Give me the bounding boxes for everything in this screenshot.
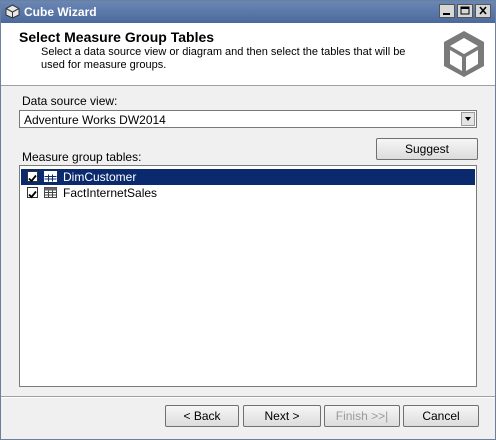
minimize-icon [443, 13, 450, 15]
close-button[interactable] [475, 4, 491, 18]
table-icon [44, 187, 57, 198]
wizard-header: Select Measure Group Tables Select a dat… [1, 23, 495, 86]
window-title: Cube Wizard [24, 5, 97, 19]
title-bar: Cube Wizard [1, 1, 495, 23]
cancel-button[interactable]: Cancel [403, 405, 479, 427]
dropdown-button[interactable] [461, 112, 475, 126]
data-source-view-value: Adventure Works DW2014 [24, 113, 166, 127]
list-item[interactable]: FactInternetSales [21, 185, 475, 201]
checkmark-icon [28, 190, 37, 199]
cube-app-icon [5, 4, 20, 19]
cube-logo-icon [444, 31, 484, 77]
table-icon [44, 171, 57, 182]
checkmark-icon [28, 174, 37, 183]
measure-group-tables-label: Measure group tables: [22, 150, 142, 164]
list-item-label: DimCustomer [63, 170, 137, 184]
page-title: Select Measure Group Tables [19, 29, 215, 45]
list-item[interactable]: DimCustomer [21, 169, 475, 185]
back-button[interactable]: < Back [165, 405, 239, 427]
chevron-down-icon [465, 117, 471, 121]
suggest-button[interactable]: Suggest [376, 138, 478, 160]
checkbox[interactable] [27, 171, 38, 183]
checkbox[interactable] [27, 187, 38, 199]
minimize-button[interactable] [439, 4, 455, 18]
footer-divider [1, 396, 495, 398]
list-item-label: FactInternetSales [63, 186, 158, 200]
finish-button[interactable]: Finish >>| [324, 405, 400, 427]
next-button[interactable]: Next > [243, 405, 321, 427]
data-source-view-label: Data source view: [22, 94, 118, 108]
measure-group-tables-list: DimCustomer FactInternetSales [19, 165, 477, 387]
maximize-icon [460, 6, 470, 15]
page-description: Select a data source view or diagram and… [41, 46, 406, 71]
maximize-button[interactable] [457, 4, 473, 18]
close-icon [479, 6, 487, 15]
data-source-view-select[interactable]: Adventure Works DW2014 [19, 110, 477, 128]
cube-wizard-window: Cube Wizard Select Measure Group Tables … [0, 0, 496, 440]
